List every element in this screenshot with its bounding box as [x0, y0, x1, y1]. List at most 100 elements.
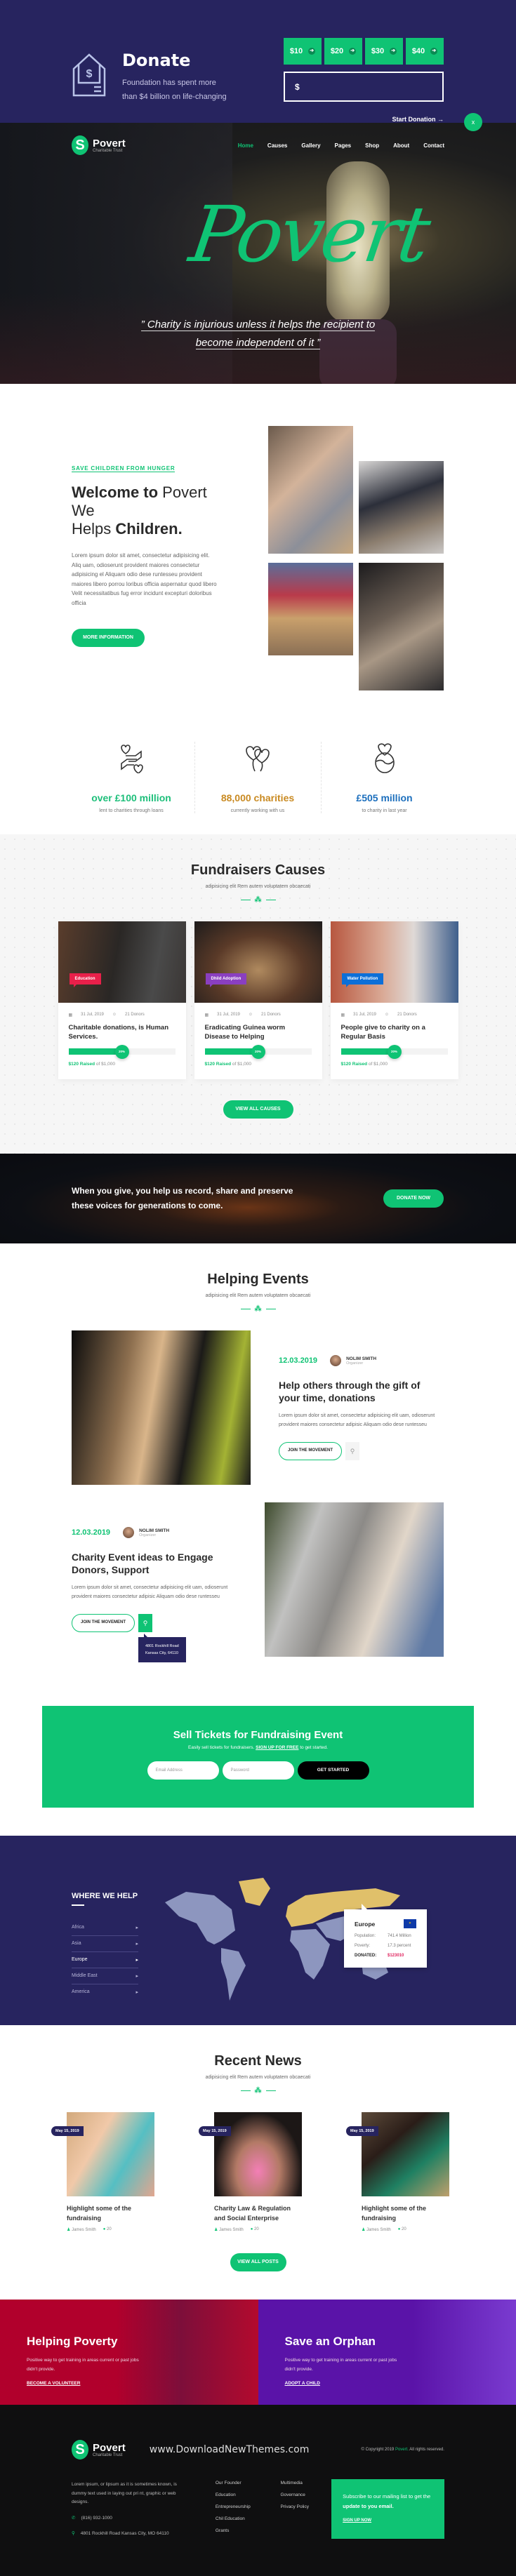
- footer-logo[interactable]: S PovertCharitable Trust: [72, 2440, 126, 2460]
- cause-card[interactable]: Dhild Adoption ▦31 Jul, 2019☺21 Donors E…: [194, 921, 322, 1079]
- address-tooltip: 4801 Rockhill RoadKansas City, 64110: [138, 1637, 186, 1662]
- donors-icon: ☺: [112, 1013, 117, 1017]
- footer-link[interactable]: Chil Education: [216, 2516, 267, 2521]
- cause-tag[interactable]: Education: [70, 973, 101, 985]
- organizer-name: NOLIM SMITH: [346, 1356, 376, 1361]
- footer-phone[interactable]: (816) 932-1000: [81, 2514, 112, 2523]
- post-title[interactable]: Highlight some of the fundraising: [362, 2203, 449, 2223]
- post-title[interactable]: Charity Law & Regulation and Social Ente…: [214, 2203, 302, 2223]
- event-title[interactable]: Charity Event ideas to Engage Donors, Su…: [72, 1551, 237, 1576]
- cause-title[interactable]: Eradicating Guinea worm Disease to Helpi…: [205, 1023, 312, 1041]
- signup-free-link[interactable]: SIGN UP FOR FREE: [256, 1745, 298, 1750]
- become-volunteer-link[interactable]: BECOME A VOLUNTEER: [27, 2381, 80, 2386]
- more-information-button[interactable]: MORE INFORMATION: [72, 629, 145, 647]
- join-movement-button[interactable]: JOIN THE MOVEMENT: [72, 1614, 135, 1632]
- region-middle-east[interactable]: Middle East▸: [72, 1968, 138, 1984]
- region-africa[interactable]: Africa▸: [72, 1920, 138, 1936]
- cause-card[interactable]: Education ▦31 Jul, 2019☺21 Donors Charit…: [58, 921, 186, 1079]
- nav-pages[interactable]: Pages: [335, 142, 352, 149]
- location-pin-icon[interactable]: ⚲: [345, 1442, 359, 1460]
- get-started-button[interactable]: GET STARTED: [298, 1761, 369, 1780]
- post-author: James Smith: [219, 2228, 244, 2232]
- donors-icon: ☺: [249, 1013, 253, 1017]
- region-asia[interactable]: Asia▸: [72, 1936, 138, 1952]
- footer-link[interactable]: Entrepreneurship: [216, 2504, 267, 2509]
- footer-link[interactable]: Grants: [216, 2528, 267, 2533]
- donate-panel: $ Donate Foundation has spent more than …: [0, 0, 516, 123]
- event-item: 12.03.2019 NOLIM SMITHOrganizer Charity …: [72, 1502, 444, 1657]
- hero-banner: S Povert Charitable Trust Home Causes Ga…: [0, 123, 516, 384]
- view-all-posts-button[interactable]: VIEW ALL POSTS: [230, 2253, 286, 2271]
- custom-amount-input[interactable]: $: [284, 72, 444, 102]
- logo[interactable]: S Povert Charitable Trust: [72, 135, 126, 155]
- svg-text:$: $: [86, 68, 93, 80]
- sign-up-now-link[interactable]: SIGN UP NOW: [343, 2518, 371, 2523]
- stat-label: to charity in last year: [322, 808, 448, 813]
- address-line: Kansas City, 64110: [145, 1651, 178, 1655]
- region-tooltip: Europe✶ Population:741.4 Million Poverty…: [344, 1909, 427, 1968]
- section-divider: ⁂: [0, 896, 516, 904]
- amount-button-30[interactable]: $30➔: [365, 38, 403, 65]
- comment-icon: ●: [398, 2227, 401, 2231]
- adopt-child-link[interactable]: ADOPT A CHILD: [285, 2381, 320, 2386]
- join-movement-button[interactable]: JOIN THE MOVEMENT: [279, 1442, 342, 1460]
- footer-about: Lorem ipsum, or lipsum as it is sometime…: [72, 2481, 184, 2507]
- progress-knob: 20%: [115, 1045, 129, 1059]
- cause-card[interactable]: Water Pollution ▦31 Jul, 2019☺21 Donors …: [331, 921, 458, 1079]
- nav-causes[interactable]: Causes: [267, 142, 287, 149]
- cause-title[interactable]: Charitable donations, is Human Services.: [69, 1023, 176, 1041]
- promo-text: Positive way to get training in areas cu…: [285, 2356, 404, 2374]
- amount-button-40[interactable]: $40➔: [406, 38, 444, 65]
- event-item: 12.03.2019 NOLIM SMITHOrganizer Help oth…: [72, 1330, 444, 1485]
- drops-icon: ⁂: [255, 1305, 262, 1313]
- subscribe-text-part: Subscribe to our mailing list to get the: [343, 2493, 430, 2500]
- close-button[interactable]: x: [464, 113, 482, 131]
- cause-date: 31 Jul, 2019: [217, 1013, 240, 1017]
- tickets-text: Easily sell tickets for fundraisers. SIG…: [42, 1745, 474, 1750]
- news-post[interactable]: May 15, 2019 Highlight some of the fundr…: [67, 2112, 154, 2232]
- nav-about[interactable]: About: [393, 142, 409, 149]
- region-europe[interactable]: Europe▸: [72, 1952, 138, 1968]
- hero-script-title: Povert: [185, 189, 433, 279]
- goal-amount: of $1,000: [369, 1062, 388, 1067]
- causes-subtitle: adipisicing elit Rem autem voluptatem ob…: [0, 884, 516, 889]
- post-title[interactable]: Highlight some of the fundraising: [67, 2203, 154, 2223]
- cause-tag[interactable]: Dhild Adoption: [206, 973, 247, 985]
- footer-link[interactable]: Our Founder: [216, 2481, 267, 2485]
- news-post[interactable]: May 15, 2019 Charity Law & Regulation an…: [214, 2112, 302, 2232]
- cause-title[interactable]: People give to charity on a Regular Basi…: [341, 1023, 448, 1041]
- password-input[interactable]: Password: [223, 1761, 294, 1780]
- helping-poverty-panel: Helping Poverty Positive way to get trai…: [0, 2300, 258, 2405]
- news-post[interactable]: May 15, 2019 Highlight some of the fundr…: [362, 2112, 449, 2232]
- news-subtitle: adipisicing elit Rem autem voluptatem ob…: [0, 2075, 516, 2080]
- amount-button-10[interactable]: $10➔: [284, 38, 322, 65]
- footer-link[interactable]: Privacy Policy: [281, 2504, 332, 2509]
- where-title: WHERE WE HELP: [72, 1892, 138, 1900]
- cause-date: 31 Jul, 2019: [353, 1013, 376, 1017]
- nav-shop[interactable]: Shop: [365, 142, 379, 149]
- nav-contact[interactable]: Contact: [423, 142, 444, 149]
- cause-image: Education: [58, 921, 186, 1003]
- amount-button-20[interactable]: $20➔: [324, 38, 362, 65]
- nav-gallery[interactable]: Gallery: [301, 142, 320, 149]
- cause-tag[interactable]: Water Pollution: [342, 973, 384, 985]
- logo-icon: S: [72, 135, 88, 155]
- copyright-brand[interactable]: Povert.: [395, 2448, 409, 2452]
- footer-link[interactable]: Education: [216, 2492, 267, 2497]
- footer-link[interactable]: Governance: [281, 2492, 332, 2497]
- view-all-causes-button[interactable]: VIEW ALL CAUSES: [223, 1100, 293, 1119]
- cause-date: 31 Jul, 2019: [81, 1013, 104, 1017]
- footer-link[interactable]: Multimedia: [281, 2481, 332, 2485]
- email-input[interactable]: Email Address: [147, 1761, 219, 1780]
- event-body: Lorem ipsum dolor sit amet, consectetur …: [72, 1583, 237, 1601]
- logo-name: Povert: [93, 138, 126, 149]
- donate-now-button[interactable]: DONATE NOW: [383, 1189, 444, 1208]
- stats-section: over £100 million lent to charities thro…: [0, 717, 516, 834]
- nav-home[interactable]: Home: [238, 142, 253, 149]
- goal-amount: of $1,000: [232, 1062, 251, 1067]
- stat-item: 88,000 charities currently working with …: [195, 742, 322, 813]
- location-pin-icon[interactable]: ⚲: [138, 1614, 152, 1632]
- post-date-badge: May 15, 2019: [346, 2126, 378, 2136]
- event-title[interactable]: Help others through the gift of your tim…: [279, 1379, 444, 1404]
- region-america[interactable]: America▸: [72, 1984, 138, 2000]
